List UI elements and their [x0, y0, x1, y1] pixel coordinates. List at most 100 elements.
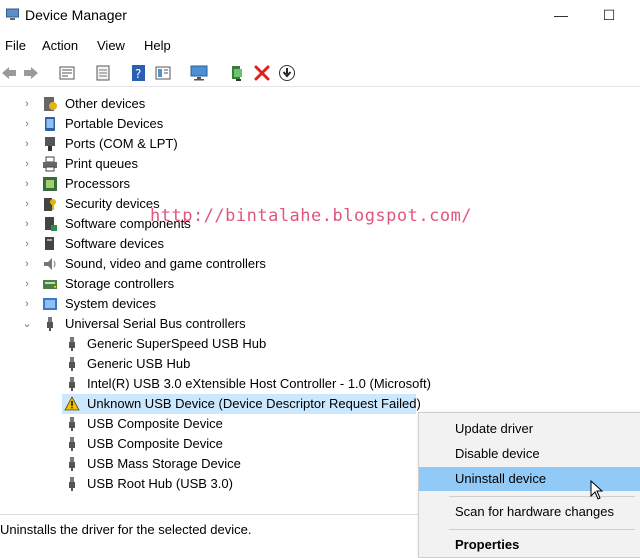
tree-item-other-devices[interactable]: › Other devices — [0, 94, 640, 114]
menu-item-update-driver[interactable]: Update driver — [419, 417, 640, 441]
usb-device-icon — [69, 377, 75, 391]
usb-child-item[interactable]: Generic SuperSpeed USB Hub — [0, 334, 640, 354]
chevron-right-icon[interactable]: › — [22, 274, 32, 294]
usb-device-icon — [69, 417, 75, 431]
watermark-text: http://bintalahe.blogspot.com/ — [150, 206, 473, 226]
system-devices-icon — [43, 298, 57, 310]
usb-device-icon — [69, 457, 75, 471]
chevron-right-icon[interactable]: › — [22, 94, 32, 114]
context-menu: Update driver Disable device Uninstall d… — [418, 412, 640, 558]
mouse-cursor-icon — [590, 480, 604, 500]
help-icon[interactable]: ? — [130, 64, 148, 82]
tree-item-label: Software devices — [65, 236, 164, 251]
menu-view[interactable]: View — [97, 38, 125, 53]
usb-device-icon — [69, 437, 75, 451]
usb-child-item-selected[interactable]: Unknown USB Device (Device Descriptor Re… — [0, 394, 640, 414]
minimize-button[interactable]: — — [550, 4, 572, 26]
back-icon[interactable] — [0, 64, 18, 82]
toolbar: ? — [0, 60, 640, 87]
chevron-right-icon[interactable]: › — [22, 174, 32, 194]
usb-child-item[interactable]: USB Composite Device — [0, 414, 418, 434]
menu-item-scan-hardware[interactable]: Scan for hardware changes — [419, 500, 640, 524]
chevron-right-icon[interactable]: › — [22, 134, 32, 154]
processor-icon — [43, 177, 57, 191]
tree-item-label: Security devices — [65, 196, 160, 211]
tree-item-storage-controllers[interactable]: › Storage controllers — [0, 274, 640, 294]
usb-device-icon — [69, 477, 75, 491]
usb-child-label: USB Composite Device — [87, 436, 223, 451]
uninstall-icon[interactable] — [253, 64, 271, 82]
usb-child-item[interactable]: USB Composite Device — [0, 434, 418, 454]
tree-item-label: Print queues — [65, 156, 138, 171]
usb-child-item[interactable]: USB Root Hub (USB 3.0) — [0, 474, 418, 494]
title-bar: Device Manager — ☐ — [0, 0, 640, 32]
warning-icon — [64, 396, 80, 411]
usb-child-label: Unknown USB Device (Device Descriptor Re… — [87, 396, 421, 411]
tree-item-processors[interactable]: › Processors — [0, 174, 640, 194]
menu-separator — [449, 529, 635, 530]
speaker-icon — [44, 258, 56, 270]
menu-bar: File Action View Help — [0, 36, 640, 56]
tree-item-label: Portable Devices — [65, 116, 164, 131]
menu-action[interactable]: Action — [42, 38, 78, 53]
chevron-right-icon[interactable]: › — [22, 254, 32, 274]
device-manager-icon — [6, 8, 19, 20]
usb-child-item[interactable]: Generic USB Hub — [0, 354, 640, 374]
monitor-icon[interactable] — [190, 64, 208, 82]
tree-item-print-queues[interactable]: › Print queues — [0, 154, 640, 174]
tree-item-label: Storage controllers — [65, 276, 175, 291]
tree-item-label: Sound, video and game controllers — [65, 256, 266, 271]
usb-device-icon — [69, 337, 75, 351]
window-title: Device Manager — [25, 7, 127, 23]
usb-child-item[interactable]: Intel(R) USB 3.0 eXtensible Host Control… — [0, 374, 640, 394]
tree-item-label: System devices — [65, 296, 157, 311]
tree-item-label: Ports (COM & LPT) — [65, 136, 178, 151]
storage-icon — [43, 280, 57, 289]
download-icon[interactable] — [278, 64, 296, 82]
tree-item-label: Universal Serial Bus controllers — [65, 316, 246, 331]
maximize-button[interactable]: ☐ — [598, 4, 620, 26]
other-devices-icon — [44, 97, 57, 111]
menu-file[interactable]: File — [5, 38, 26, 53]
usb-child-label: Generic USB Hub — [87, 356, 191, 371]
usb-child-label: Intel(R) USB 3.0 eXtensible Host Control… — [87, 376, 431, 391]
update-driver-icon[interactable] — [94, 64, 112, 82]
tree-item-label: Processors — [65, 176, 131, 191]
usb-child-label: USB Root Hub (USB 3.0) — [87, 476, 233, 491]
status-text: Uninstalls the driver for the selected d… — [0, 522, 252, 537]
menu-item-properties[interactable]: Properties — [419, 533, 640, 557]
security-icon — [44, 198, 56, 211]
usb-child-label: USB Mass Storage Device — [87, 456, 241, 471]
tree-item-sound-video[interactable]: › Sound, video and game controllers — [0, 254, 640, 274]
tree-item-portable-devices[interactable]: › Portable Devices — [0, 114, 640, 134]
tree-item-software-devices[interactable]: › Software devices — [0, 234, 640, 254]
chevron-right-icon[interactable]: › — [22, 154, 32, 174]
chevron-right-icon[interactable]: › — [22, 294, 32, 314]
usb-child-item[interactable]: USB Mass Storage Device — [0, 454, 418, 474]
software-components-icon — [45, 217, 57, 231]
tree-item-usb-controllers[interactable]: ⌄ Universal Serial Bus controllers — [0, 314, 640, 334]
chevron-right-icon[interactable]: › — [22, 114, 32, 134]
svg-text:?: ? — [135, 67, 141, 81]
ports-icon — [45, 137, 55, 151]
menu-help[interactable]: Help — [144, 38, 171, 53]
add-legacy-icon[interactable] — [228, 64, 246, 82]
menu-item-disable-device[interactable]: Disable device — [419, 442, 640, 466]
printer-icon — [43, 156, 57, 172]
chevron-right-icon[interactable]: › — [22, 234, 32, 254]
properties-icon[interactable] — [58, 64, 76, 82]
usb-child-label: USB Composite Device — [87, 416, 223, 431]
chevron-down-icon[interactable]: ⌄ — [22, 314, 32, 334]
tree-item-ports[interactable]: › Ports (COM & LPT) — [0, 134, 640, 154]
menu-item-uninstall-device[interactable]: Uninstall device — [419, 467, 640, 491]
chevron-right-icon[interactable]: › — [22, 194, 32, 214]
usb-child-label: Generic SuperSpeed USB Hub — [87, 336, 267, 351]
usb-device-icon — [69, 357, 75, 371]
software-devices-icon — [45, 237, 54, 250]
chevron-right-icon[interactable]: › — [22, 214, 32, 234]
forward-icon[interactable] — [22, 64, 40, 82]
tree-item-system-devices[interactable]: › System devices — [0, 294, 640, 314]
tree-item-label: Other devices — [65, 96, 146, 111]
menu-separator — [449, 496, 635, 497]
view-icon[interactable] — [154, 64, 172, 82]
